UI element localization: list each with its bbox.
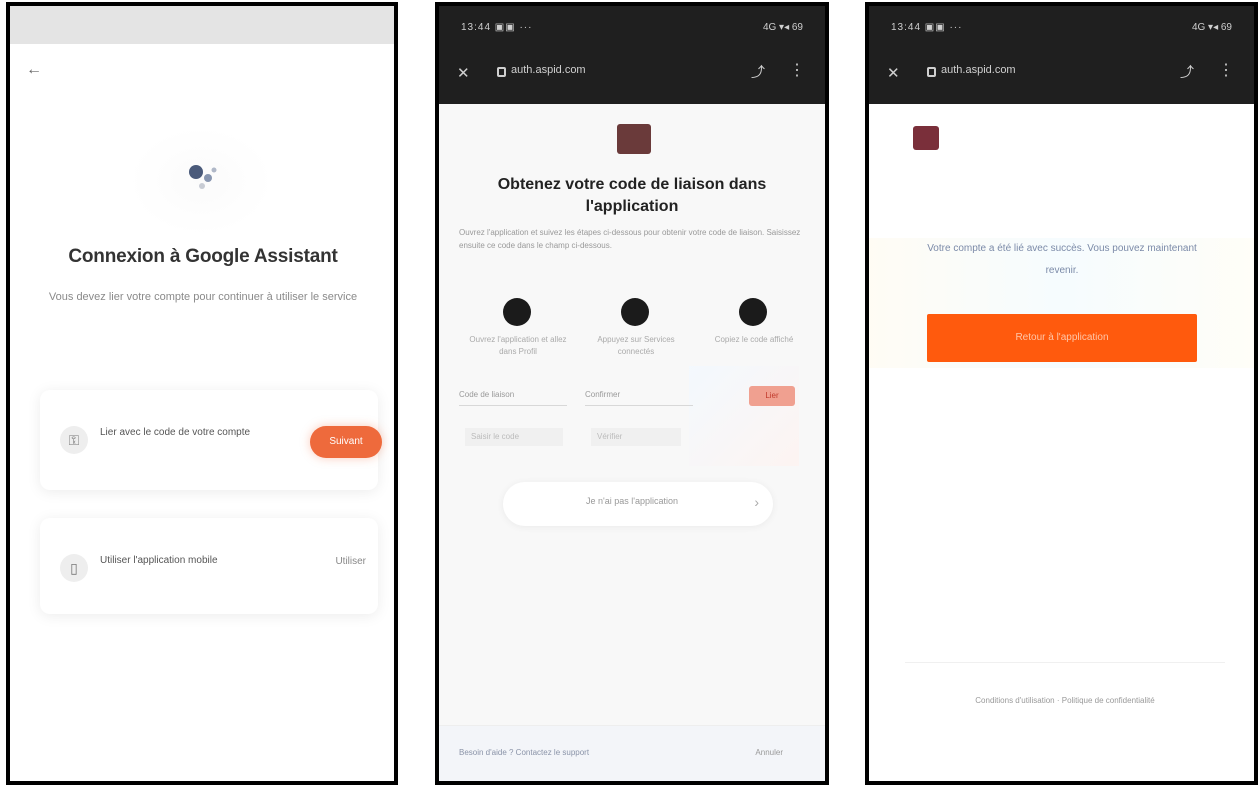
share-icon[interactable]: ⤴ [1180, 62, 1194, 82]
url-text: auth.aspid.com [941, 64, 1016, 76]
status-indicators: 4G ▾◂ 69 [1191, 22, 1232, 33]
confirm-code-field[interactable]: Confirmer [585, 386, 693, 406]
legal-links[interactable]: Conditions d'utilisation · Politique de … [905, 696, 1225, 705]
key-icon: ⚿ [60, 426, 88, 454]
step-text: Copiez le code affiché [714, 335, 794, 344]
phone-screen-google-assistant: ← Connexion à Google Assistant Vous deve… [6, 2, 398, 785]
highlight-tint [689, 366, 799, 466]
more-menu-icon[interactable]: ⋮ [789, 60, 805, 80]
page-description: Ouvrez l'application et suivez les étape… [459, 228, 801, 250]
option-label: Lier avec le code de votre compte [100, 427, 251, 438]
return-to-app-button[interactable]: Retour à l'application [927, 314, 1197, 362]
link-code-field[interactable]: Code de liaison [459, 386, 567, 406]
hint-chip: Saisir le code [465, 428, 563, 446]
page-title: Connexion à Google Assistant [68, 246, 338, 267]
lock-icon [927, 67, 936, 77]
option-label: Utiliser l'application mobile [100, 555, 218, 566]
step-dot-icon [621, 298, 649, 326]
brand-logo [913, 126, 939, 150]
status-indicators: 4G ▾◂ 69 [762, 22, 803, 33]
status-bar [10, 6, 394, 44]
share-icon[interactable]: ⤴ [751, 62, 765, 82]
no-app-label: Je n'ai pas l'application [586, 496, 678, 506]
step-text: Ouvrez l'application et allez dans Profi… [469, 335, 567, 356]
hint-chip: Vérifier [591, 428, 681, 446]
step-dot-icon [503, 298, 531, 326]
more-menu-icon[interactable]: ⋮ [1218, 60, 1234, 80]
browser-header: 13:44 ▣▣ ··· 4G ▾◂ 69 ✕ auth.aspid.com ⤴… [439, 6, 825, 104]
lock-icon [497, 67, 506, 77]
close-icon[interactable]: ✕ [887, 64, 900, 82]
phone-screen-success: 13:44 ▣▣ ··· 4G ▾◂ 69 ✕ auth.aspid.com ⤴… [865, 2, 1258, 785]
chevron-right-icon: › [754, 494, 759, 510]
next-button[interactable]: Suivant [310, 426, 382, 458]
mobile-app-option-card[interactable]: ▯ Utiliser l'application mobile Utiliser [40, 518, 378, 614]
step-dot-icon [739, 298, 767, 326]
back-icon[interactable]: ← [24, 60, 44, 80]
link-code-option-card[interactable]: ⚿ Lier avec le code de votre compte Suiv… [40, 390, 382, 490]
divider [905, 662, 1225, 663]
step-text: Appuyez sur Services connectés [597, 335, 675, 356]
phone-screen-link-code: 13:44 ▣▣ ··· 4G ▾◂ 69 ✕ auth.aspid.com ⤴… [435, 2, 829, 785]
no-app-option[interactable]: Je n'ai pas l'application › [503, 482, 773, 526]
cancel-link[interactable]: Annuler [755, 748, 783, 757]
url-text: auth.aspid.com [511, 64, 586, 76]
success-message: Votre compte a été lié avec succès. Vous… [927, 243, 1197, 276]
phone-icon: ▯ [60, 554, 88, 582]
help-link[interactable]: Besoin d'aide ? Contactez le support [459, 748, 589, 757]
browser-header: 13:44 ▣▣ ··· 4G ▾◂ 69 ✕ auth.aspid.com ⤴… [869, 6, 1254, 104]
page-subtitle: Vous devez lier votre compte pour contin… [48, 291, 358, 303]
google-assistant-logo-icon [189, 165, 217, 189]
status-time: 13:44 ▣▣ ··· [891, 22, 963, 33]
page-title: Obtenez votre code de liaison dans l'app… [497, 176, 767, 215]
code-input-row: Code de liaison Confirmer Lier [459, 386, 809, 410]
close-icon[interactable]: ✕ [457, 64, 470, 82]
status-time: 13:44 ▣▣ ··· [461, 22, 533, 33]
footer-bar: Besoin d'aide ? Contactez le support Ann… [439, 725, 825, 781]
use-app-link[interactable]: Utiliser [335, 556, 366, 567]
link-button[interactable]: Lier [749, 386, 795, 406]
brand-logo [617, 124, 651, 154]
